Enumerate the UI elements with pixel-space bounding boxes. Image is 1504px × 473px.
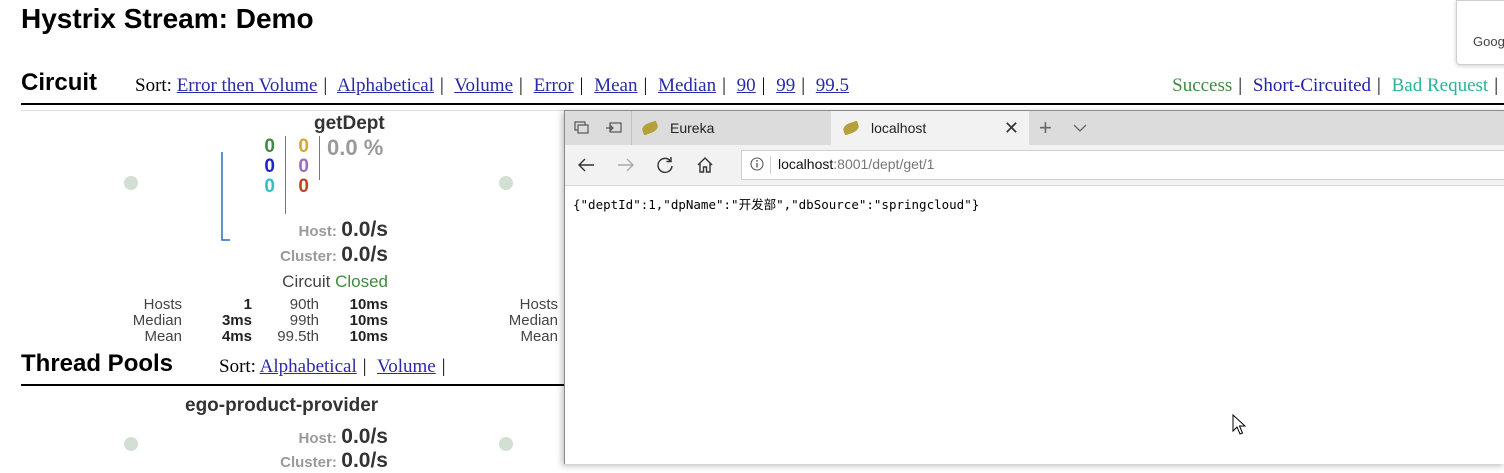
circuit-label: Circuit — [282, 272, 331, 291]
threadpool-section-title: Thread Pools — [21, 350, 174, 377]
host-rate: 0.0/s — [341, 218, 388, 241]
page-title: Hystrix Stream: Demo — [21, 3, 314, 34]
stats-row-hosts: Hosts 1 90th 10ms — [143, 296, 388, 313]
chevron-down-icon[interactable] — [1073, 123, 1087, 133]
tp-cluster-rate-row: Cluster: 0.0/s — [200, 449, 388, 473]
circuit-section-title: Circuit — [21, 69, 98, 96]
legend-success: Success — [1172, 75, 1233, 96]
host-label: Host: — [298, 223, 337, 240]
count-timeout: 0 — [298, 136, 309, 157]
close-tab-icon[interactable]: ✕ — [1004, 118, 1019, 139]
address-divider — [770, 156, 771, 174]
circuit2-median-label: Median — [508, 312, 558, 329]
sort-label: Sort: — [135, 75, 172, 96]
tab-strip: Eureka localhost ✕ + — [565, 111, 1504, 145]
circuit2-mean-label: Mean — [520, 328, 558, 345]
google-popup[interactable]: Goog — [1456, 0, 1504, 65]
new-tab-icon[interactable]: + — [1039, 115, 1052, 141]
threadpool-sort-bar: Sort: Alphabetical | Volume | — [219, 356, 446, 377]
legend-short-circuited: Short-Circuited — [1252, 75, 1372, 96]
count-failure: 0 — [298, 176, 309, 197]
popup-text: Goog — [1473, 34, 1504, 49]
circuit-name: getDept — [314, 113, 385, 134]
url-host: localhost — [778, 156, 834, 172]
tp-cluster-rate: 0.0/s — [341, 449, 388, 472]
circuit-health-circle — [124, 176, 138, 190]
legend-bad-request: Bad Request — [1391, 75, 1489, 96]
tp-host-rate: 0.0/s — [341, 425, 388, 448]
circuit-divider — [21, 103, 1504, 105]
sort-median[interactable]: Median — [658, 75, 716, 96]
tp-sort-volume[interactable]: Volume — [377, 356, 436, 377]
tab-localhost[interactable]: localhost ✕ — [831, 111, 1029, 145]
circuit-status: Closed — [335, 272, 388, 291]
tab-manager-icon[interactable] — [574, 121, 590, 135]
info-icon[interactable] — [750, 157, 764, 171]
host-rate-row: Host: 0.0/s — [200, 218, 389, 242]
tab-localhost-label: localhost — [871, 120, 927, 136]
spring-leaf-icon — [640, 120, 660, 136]
sort-mean[interactable]: Mean — [594, 75, 637, 96]
tp-host-label: Host: — [298, 430, 337, 447]
cluster-rate-row: Cluster: 0.0/s — [200, 243, 388, 267]
sort-99-5[interactable]: 99.5 — [816, 75, 849, 96]
circuit-status-row: Circuit Closed — [200, 272, 388, 292]
cluster-rate: 0.0/s — [341, 243, 388, 266]
tab-eureka[interactable]: Eureka — [631, 111, 830, 145]
json-response-body: {"deptId":1,"dpName":"开发部","dbSource":"s… — [573, 197, 980, 212]
threadpool-divider — [21, 384, 566, 386]
set-aside-tabs-icon[interactable] — [605, 121, 623, 135]
sort-volume[interactable]: Volume — [454, 75, 513, 96]
sort-alphabetical[interactable]: Alphabetical — [337, 75, 434, 96]
url-text[interactable]: localhost:8001/dept/get/1 — [778, 156, 934, 172]
back-arrow-icon[interactable] — [577, 157, 595, 173]
legend: Success | Short-Circuited | Bad Request | — [1172, 75, 1498, 96]
threadpool-health-circle — [124, 437, 138, 451]
threadpool-health-circle-2 — [499, 437, 513, 451]
circuit-sort-bar: Sort: Error then Volume | Alphabetical | V… — [135, 75, 850, 96]
threadpool-name: ego-product-provider — [185, 395, 379, 416]
sort-error[interactable]: Error — [534, 75, 574, 96]
sort-error-then-volume[interactable]: Error then Volume — [177, 75, 318, 96]
forward-arrow-icon[interactable] — [617, 157, 635, 173]
tp-host-rate-row: Host: 0.0/s — [200, 425, 389, 449]
mouse-cursor-icon — [1232, 414, 1246, 435]
circuit2-hosts-label: Hosts — [519, 296, 558, 313]
spring-leaf-icon-active — [841, 120, 861, 136]
browser-window: Eureka localhost ✕ + localhost:8001/dept… — [564, 110, 1504, 464]
tab-eureka-label: Eureka — [670, 120, 715, 136]
home-icon[interactable] — [696, 156, 714, 174]
error-percentage: 0.0 % — [327, 135, 384, 160]
sort-90[interactable]: 90 — [737, 75, 756, 96]
tp-sort-label: Sort: — [219, 356, 256, 377]
cluster-label: Cluster: — [280, 248, 337, 265]
count-divider-2 — [319, 136, 320, 180]
refresh-icon[interactable] — [656, 156, 674, 174]
sort-99[interactable]: 99 — [776, 75, 795, 96]
circuit-health-circle-2 — [499, 176, 513, 190]
count-short-circuited: 0 — [264, 156, 275, 177]
address-bar[interactable]: localhost:8001/dept/get/1 — [741, 150, 1504, 180]
count-bad-request: 0 — [264, 176, 275, 197]
stats-row-median: Median 3ms 99th 10ms — [132, 312, 388, 329]
count-rejected: 0 — [298, 156, 309, 177]
url-path: :8001/dept/get/1 — [833, 156, 935, 172]
nav-bar: localhost:8001/dept/get/1 — [565, 145, 1504, 186]
count-success: 0 — [264, 136, 275, 157]
stats-row-mean: Mean 4ms 99.5th 10ms — [144, 328, 388, 345]
tp-sort-alphabetical[interactable]: Alphabetical — [260, 356, 357, 377]
